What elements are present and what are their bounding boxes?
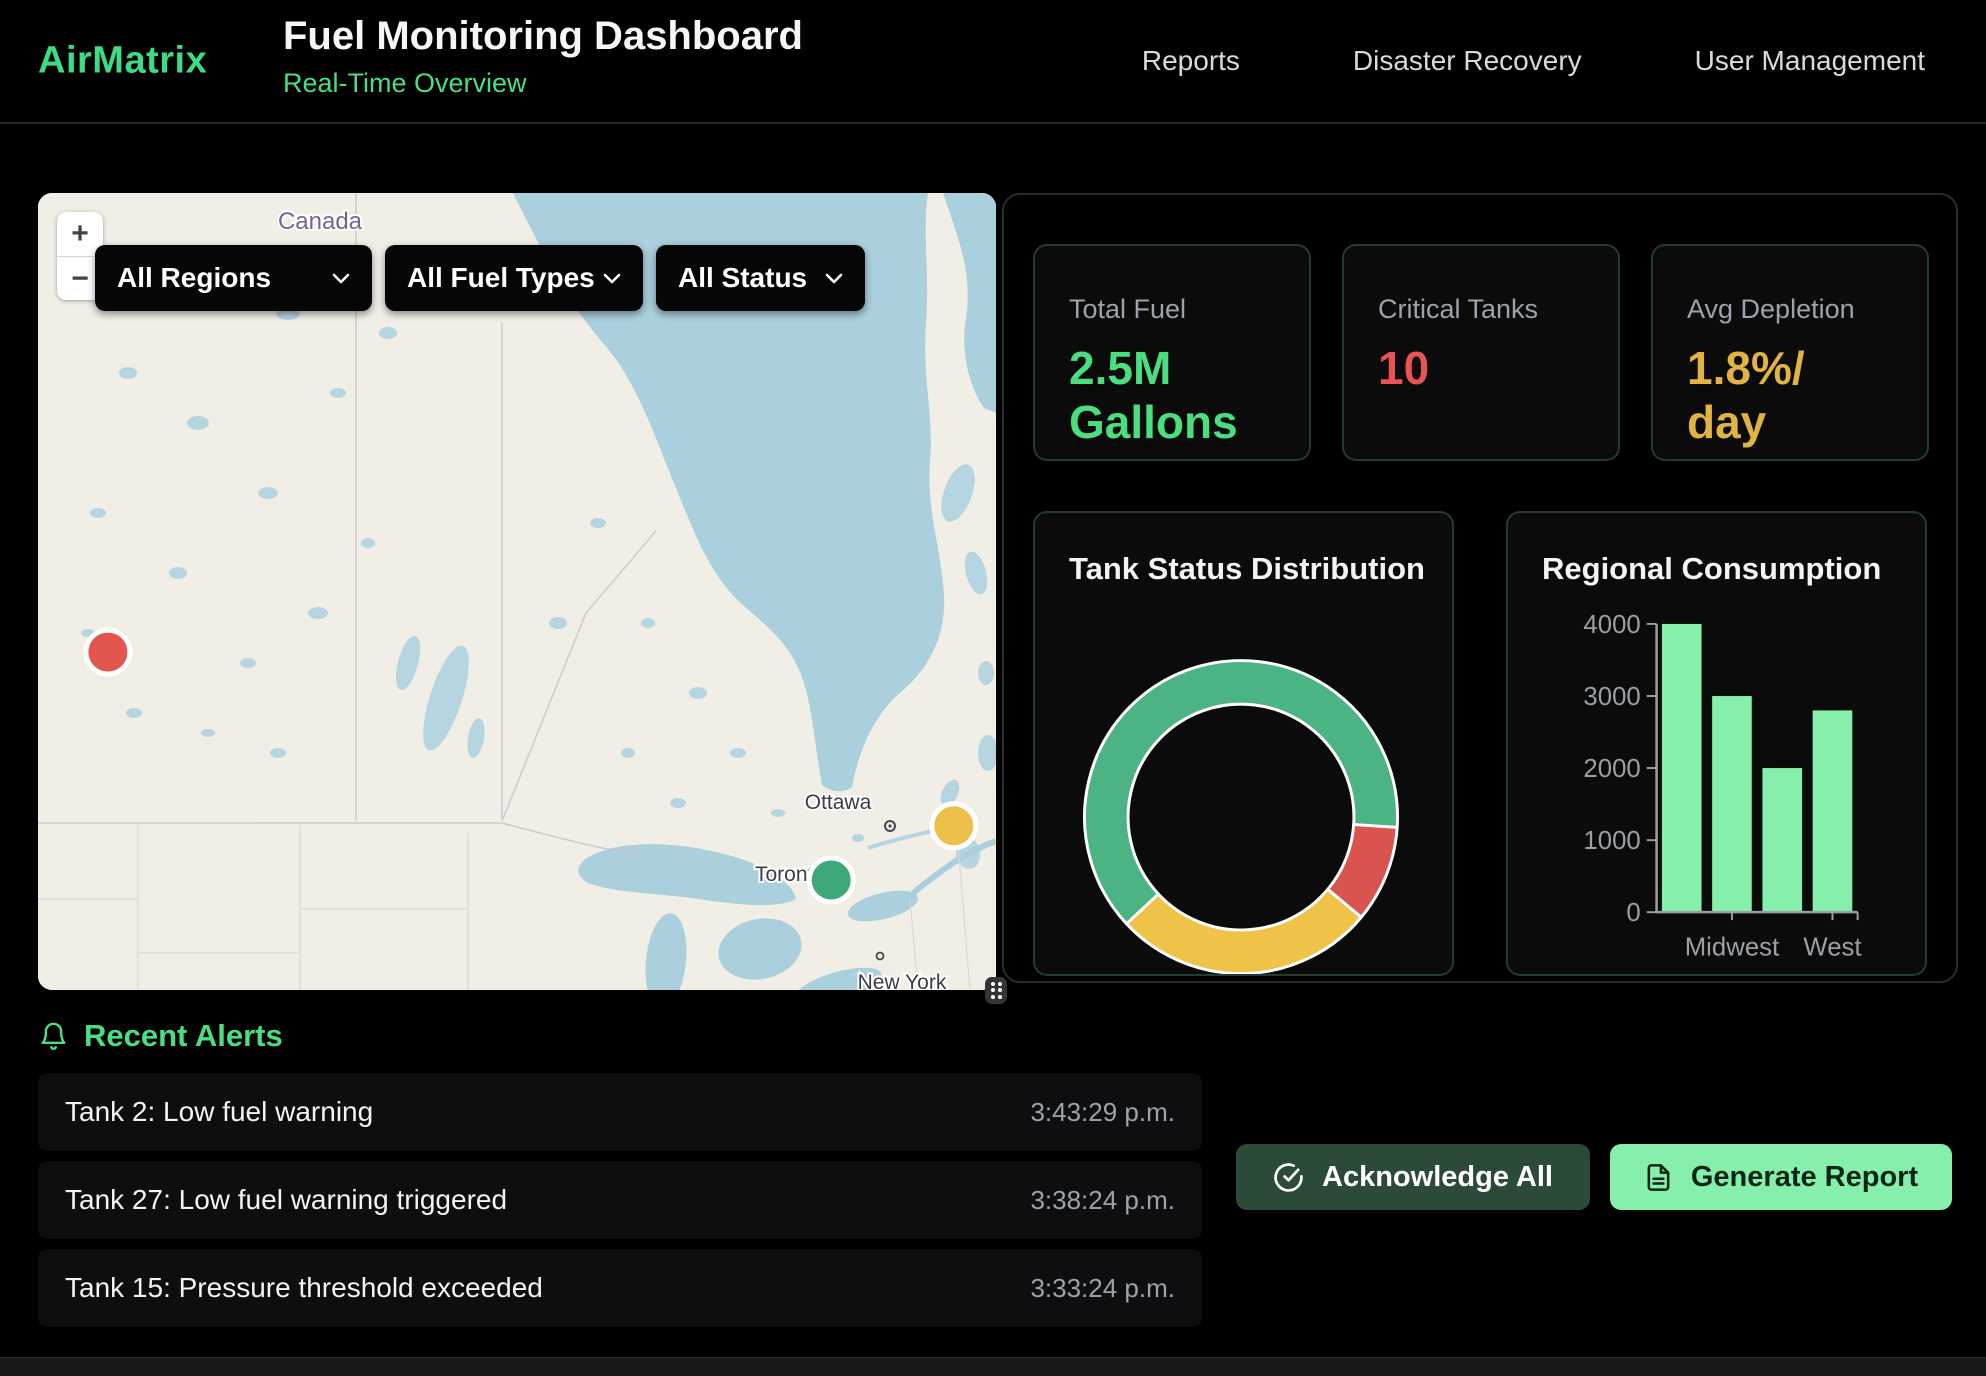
alert-row[interactable]: Tank 27: Low fuel warning triggered 3:38… bbox=[38, 1161, 1202, 1239]
alert-timestamp: 3:33:24 p.m. bbox=[1030, 1273, 1175, 1304]
bar-category-1 bbox=[1662, 624, 1702, 912]
y-tick-label: 1000 bbox=[1583, 827, 1640, 855]
metrics-panel: Total Fuel 2.5M Gallons Critical Tanks 1… bbox=[1002, 193, 1958, 983]
chevron-down-icon bbox=[825, 273, 843, 284]
y-tick-label: 0 bbox=[1626, 899, 1640, 927]
map-city-label-ottawa: Ottawa bbox=[805, 791, 872, 814]
map-canvas[interactable]: Canada Ottawa Toronto New York bbox=[38, 193, 996, 990]
tank-marker-critical[interactable] bbox=[86, 630, 130, 674]
map-filters: All Regions All Fuel Types All Status bbox=[95, 245, 865, 311]
stat-label: Avg Depletion bbox=[1687, 294, 1893, 325]
nav-item-disaster-recovery[interactable]: Disaster Recovery bbox=[1353, 45, 1582, 77]
nav-item-user-management[interactable]: User Management bbox=[1695, 45, 1925, 77]
map-country-label: Canada bbox=[278, 208, 363, 235]
stat-card-critical-tanks: Critical Tanks 10 bbox=[1342, 244, 1620, 461]
stat-value: 10 bbox=[1378, 341, 1584, 395]
page-subtitle: Real-Time Overview bbox=[283, 68, 803, 99]
stat-label: Critical Tanks bbox=[1378, 294, 1584, 325]
chart-title: Tank Status Distribution bbox=[1069, 551, 1425, 587]
check-circle-icon bbox=[1273, 1162, 1304, 1193]
y-tick-label: 3000 bbox=[1583, 683, 1640, 711]
fuel-type-filter-dropdown[interactable]: All Fuel Types bbox=[385, 245, 643, 311]
generate-report-label: Generate Report bbox=[1691, 1161, 1918, 1194]
alert-row[interactable]: Tank 15: Pressure threshold exceeded 3:3… bbox=[38, 1249, 1202, 1327]
nav-item-reports[interactable]: Reports bbox=[1142, 45, 1240, 77]
charts-row: Tank Status Distribution Regional Consum… bbox=[1033, 511, 1929, 976]
footer-strip bbox=[0, 1357, 1986, 1376]
chevron-down-icon bbox=[603, 273, 621, 284]
x-tick-label: Midwest bbox=[1685, 934, 1779, 962]
x-tick-label: West bbox=[1803, 934, 1861, 962]
tank-status-chart-card: Tank Status Distribution bbox=[1033, 511, 1454, 976]
alert-row[interactable]: Tank 2: Low fuel warning 3:43:29 p.m. bbox=[38, 1073, 1202, 1151]
alert-message: Tank 2: Low fuel warning bbox=[65, 1096, 373, 1128]
region-filter-label: All Regions bbox=[117, 262, 271, 294]
alert-timestamp: 3:38:24 p.m. bbox=[1030, 1185, 1175, 1216]
resize-grip-handle[interactable] bbox=[985, 977, 1007, 1004]
region-filter-dropdown[interactable]: All Regions bbox=[95, 245, 372, 311]
bar-category-3 bbox=[1762, 768, 1802, 912]
bar-midwest bbox=[1712, 696, 1752, 912]
alert-message: Tank 27: Low fuel warning triggered bbox=[65, 1184, 507, 1216]
status-filter-dropdown[interactable]: All Status bbox=[656, 245, 865, 311]
stat-card-avg-depletion: Avg Depletion 1.8%/ day bbox=[1651, 244, 1929, 461]
map-city-label-new-york: New York bbox=[858, 971, 947, 990]
header: AirMatrix Fuel Monitoring Dashboard Real… bbox=[0, 0, 1986, 124]
tank-marker-warning[interactable] bbox=[932, 804, 976, 848]
alert-timestamp: 3:43:29 p.m. bbox=[1030, 1097, 1175, 1128]
bell-icon bbox=[38, 1020, 69, 1053]
stat-label: Total Fuel bbox=[1069, 294, 1275, 325]
status-filter-label: All Status bbox=[678, 262, 807, 294]
stat-value: 2.5M Gallons bbox=[1069, 341, 1275, 450]
acknowledge-all-button[interactable]: Acknowledge All bbox=[1236, 1144, 1590, 1210]
acknowledge-all-label: Acknowledge All bbox=[1322, 1161, 1553, 1194]
bar-west bbox=[1813, 710, 1853, 912]
ottawa-city-dot bbox=[888, 824, 891, 827]
chart-title: Regional Consumption bbox=[1542, 551, 1881, 587]
y-tick-label: 4000 bbox=[1583, 611, 1640, 639]
stat-value: 1.8%/ day bbox=[1687, 341, 1893, 450]
y-tick-label: 2000 bbox=[1583, 755, 1640, 783]
recent-alerts-section: Recent Alerts Tank 2: Low fuel warning 3… bbox=[38, 1018, 1202, 1337]
page-title: Fuel Monitoring Dashboard bbox=[283, 14, 803, 59]
stats-row: Total Fuel 2.5M Gallons Critical Tanks 1… bbox=[1033, 244, 1929, 461]
alerts-header: Recent Alerts bbox=[38, 1018, 1202, 1054]
stat-card-total-fuel: Total Fuel 2.5M Gallons bbox=[1033, 244, 1311, 461]
map-panel: Canada Ottawa Toronto New York + − All R… bbox=[38, 193, 996, 990]
alerts-title: Recent Alerts bbox=[84, 1018, 283, 1054]
app-logo: AirMatrix bbox=[38, 40, 207, 83]
alert-message: Tank 15: Pressure threshold exceeded bbox=[65, 1272, 543, 1304]
chevron-down-icon bbox=[332, 273, 350, 284]
donut-segment-warning bbox=[1127, 889, 1362, 973]
title-block: Fuel Monitoring Dashboard Real-Time Over… bbox=[283, 14, 803, 99]
fuel-type-filter-label: All Fuel Types bbox=[407, 262, 595, 294]
file-text-icon bbox=[1644, 1163, 1673, 1192]
main-nav: Reports Disaster Recovery User Managemen… bbox=[1142, 45, 1925, 77]
tank-marker-normal[interactable] bbox=[809, 858, 853, 902]
regional-consumption-chart-card: Regional Consumption 0 1000 2000 3000 4000 Mi… bbox=[1506, 511, 1927, 976]
generate-report-button[interactable]: Generate Report bbox=[1610, 1144, 1952, 1210]
